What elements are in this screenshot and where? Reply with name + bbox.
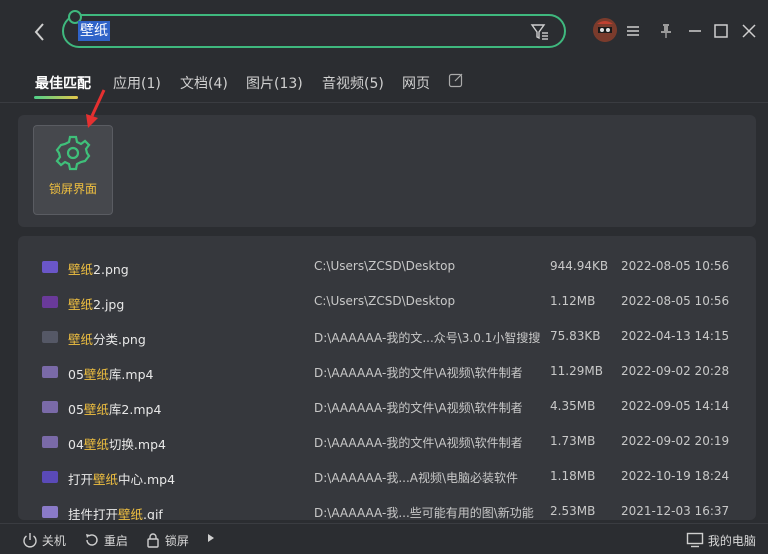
file-path: C:\Users\ZCSD\Desktop [314,294,456,308]
play-arrow-icon [208,534,214,542]
file-date: 2022-04-13 14:15 [621,329,730,343]
file-path: D:\AAAAAA-我的文件\A视频\软件制者 [314,366,523,380]
results-list: 壁纸2.png C:\Users\ZCSD\Desktop 944.94KB 2022… [18,236,756,520]
tab-apps[interactable]: 应用(1) [113,73,161,93]
file-row[interactable]: 05壁纸库2.mp4 D:\AAAAAA-我的文件\A视频\软件制者 4.35MB 2… [18,390,756,425]
category-tabs: 最佳匹配 应用(1) 文档(4) 图片(13) 音视频(5) 网页 [0,64,768,103]
file-path: D:\AAAAAA-我...A视频\电脑必装软件 [314,471,519,485]
file-name: 壁纸2.jpg [68,297,125,312]
filter-icon [530,24,548,40]
file-date: 2022-09-02 20:28 [621,364,730,378]
edit-icon [448,73,463,88]
search-input[interactable]: 壁纸 [78,21,110,41]
file-date: 2022-09-02 20:19 [621,434,730,448]
file-path: D:\AAAAAA-我...些可能有用的图\新功能 [314,506,534,520]
power-icon [23,533,37,548]
file-row[interactable]: 壁纸2.jpg C:\Users\ZCSD\Desktop 1.12MB 2022-0… [18,285,756,320]
restart-label: 重启 [103,534,128,548]
restart-icon [86,534,98,546]
close-button[interactable] [740,22,758,40]
file-name: 壁纸2.png [68,262,129,277]
file-path: C:\Users\ZCSD\Desktop [314,259,456,273]
menu-button[interactable] [624,22,642,40]
file-date: 2022-08-05 10:56 [621,259,730,273]
file-thumbnail-icon [42,506,58,518]
pin-button[interactable] [657,22,675,40]
file-date: 2021-12-03 16:37 [621,504,730,518]
file-name: 挂件打开壁纸.gif [68,507,163,520]
maximize-button[interactable] [712,22,730,40]
file-size: 4.35MB [550,399,596,413]
minimize-icon [689,30,701,32]
file-date: 2022-08-05 10:56 [621,294,730,308]
tab-best-match[interactable]: 最佳匹配 [35,73,91,93]
tab-documents[interactable]: 文档(4) [180,73,228,93]
file-thumbnail-icon [42,366,58,378]
chevron-left-icon [34,23,44,41]
my-computer-label: 我的电脑 [707,534,756,548]
file-thumbnail-icon [42,261,58,273]
lock-icon [147,533,159,548]
app-tile-lock-screen[interactable]: 锁屏界面 [33,125,113,215]
file-name: 壁纸分类.png [68,332,146,347]
filter-button[interactable] [530,22,550,42]
gear-icon [55,135,91,171]
hamburger-icon [627,26,639,36]
restart-button[interactable]: 重启 [84,532,128,549]
file-size: 11.29MB [550,364,603,378]
minimize-button[interactable] [686,22,704,40]
lock-label: 锁屏 [164,534,189,548]
file-size: 2.53MB [550,504,596,518]
back-button[interactable] [30,20,50,44]
avatar[interactable] [593,18,617,42]
file-size: 75.83KB [550,329,601,343]
file-row[interactable]: 04壁纸切换.mp4 D:\AAAAAA-我的文件\A视频\软件制者 1.73MB 2… [18,425,756,460]
file-row[interactable]: 打开壁纸中心.mp4 D:\AAAAAA-我...A视频\电脑必装软件 1.18MB… [18,460,756,495]
active-tab-indicator [34,96,78,99]
file-thumbnail-icon [42,296,58,308]
file-size: 1.73MB [550,434,596,448]
shutdown-label: 关机 [41,534,66,548]
file-row[interactable]: 壁纸分类.png D:\AAAAAA-我的文...众号\3.0.1小智搜搜 75.8… [18,320,756,355]
file-path: D:\AAAAAA-我的文件\A视频\软件制者 [314,436,523,450]
shutdown-button[interactable]: 关机 [22,532,66,549]
top-bar: 壁纸 [0,0,768,64]
file-row[interactable]: 挂件打开壁纸.gif D:\AAAAAA-我...些可能有用的图\新功能 2.53M… [18,495,756,520]
file-thumbnail-icon [42,331,58,343]
app-label: 锁屏界面 [48,182,97,196]
search-box[interactable]: 壁纸 [62,10,566,48]
file-thumbnail-icon [42,401,58,413]
file-name: 04壁纸切换.mp4 [68,437,166,452]
file-date: 2022-10-19 18:24 [621,469,730,483]
best-match-panel: 锁屏界面 [18,115,756,227]
more-power-options-button[interactable] [206,532,216,546]
bottom-bar: 关机 重启 锁屏 我的电脑 [0,523,768,554]
tab-media[interactable]: 音视频(5) [322,73,384,93]
file-size: 1.18MB [550,469,596,483]
file-name: 打开壁纸中心.mp4 [68,472,176,487]
edit-tabs-button[interactable] [448,72,464,92]
red-arrow-annotation [86,89,106,128]
file-row[interactable]: 05壁纸库.mp4 D:\AAAAAA-我的文件\A视频\软件制者 11.29MB 2… [18,355,756,390]
lock-button[interactable]: 锁屏 [145,532,189,549]
file-size: 1.12MB [550,294,596,308]
file-thumbnail-icon [42,471,58,483]
close-icon [742,24,756,38]
file-path: D:\AAAAAA-我的文...众号\3.0.1小智搜搜 [314,331,541,345]
file-thumbnail-icon [42,436,58,448]
maximize-icon [714,24,728,38]
file-size: 944.94KB [550,259,609,273]
file-row[interactable]: 壁纸2.png C:\Users\ZCSD\Desktop 944.94KB 2022… [18,250,756,285]
tab-web[interactable]: 网页 [402,73,430,93]
file-name: 05壁纸库2.mp4 [68,402,162,417]
file-date: 2022-09-05 14:14 [621,399,730,413]
my-computer-button[interactable]: 我的电脑 [686,532,756,549]
tab-images[interactable]: 图片(13) [246,73,303,93]
monitor-icon [686,532,704,548]
file-name: 05壁纸库.mp4 [68,367,154,382]
file-path: D:\AAAAAA-我的文件\A视频\软件制者 [314,401,523,415]
pin-icon [661,24,671,38]
